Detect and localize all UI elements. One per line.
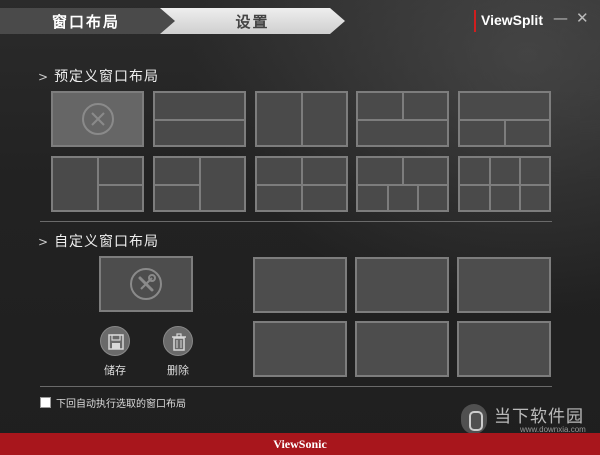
watermark-logo (461, 404, 487, 434)
tab-window-layout[interactable]: 窗口布局 (0, 8, 180, 34)
layout-tile-split-vertical-2[interactable] (255, 91, 348, 147)
predefined-title-text: 预定义窗口布局 (54, 69, 160, 85)
custom-layout-editor-tile[interactable] (99, 256, 193, 312)
auto-apply-checkbox[interactable] (40, 397, 51, 408)
minimize-button[interactable]: — (553, 9, 568, 27)
predefined-section-title: > 预定义窗口布局 (38, 66, 159, 86)
layout-tile-left-full-right-split[interactable] (356, 91, 449, 147)
close-button[interactable]: ✕ (576, 9, 589, 27)
layout-tile-left-full-right-split-b[interactable] (51, 156, 144, 212)
custom-slot[interactable] (457, 257, 551, 313)
app-title: ViewSplit (481, 12, 543, 28)
custom-title-text: 自定义窗口布局 (54, 234, 160, 250)
brand-accent-bar (474, 10, 476, 32)
layout-tile-none[interactable] (51, 91, 144, 147)
auto-apply-label: 下回自动执行选取的窗口布局 (56, 399, 186, 410)
custom-slot[interactable] (457, 321, 551, 377)
layout-tile-top-split-bottom-split[interactable] (255, 156, 348, 212)
custom-slot[interactable] (253, 321, 347, 377)
custom-slot[interactable] (355, 257, 449, 313)
chevron-right-icon: > (38, 235, 50, 249)
footer-brand: ViewSonic (0, 433, 600, 455)
custom-section-title: > 自定义窗口布局 (38, 231, 159, 251)
delete-label: 删除 (167, 364, 189, 377)
chevron-right-icon: > (38, 70, 50, 84)
custom-slot[interactable] (355, 321, 449, 377)
options-divider (40, 386, 552, 387)
delete-button[interactable] (163, 326, 193, 356)
x-circle-icon (81, 103, 114, 135)
watermark-title: 当下软件园 (494, 407, 584, 427)
layout-tile-left-split-right-full[interactable] (458, 91, 551, 147)
custom-slot[interactable] (253, 257, 347, 313)
save-button[interactable] (100, 326, 130, 356)
layout-tile-grid-3x2[interactable] (458, 156, 551, 212)
section-divider (40, 221, 552, 222)
tools-icon (130, 268, 162, 300)
tab-settings[interactable]: 设置 (160, 8, 345, 34)
layout-tile-left-split-right-full-b[interactable] (153, 156, 246, 212)
floppy-disk-icon (108, 334, 124, 350)
save-label: 储存 (104, 364, 126, 377)
layout-tile-top-full-bottom-three[interactable] (356, 156, 449, 212)
layout-tile-split-horizontal-2[interactable] (153, 91, 246, 147)
trash-icon (172, 333, 186, 351)
